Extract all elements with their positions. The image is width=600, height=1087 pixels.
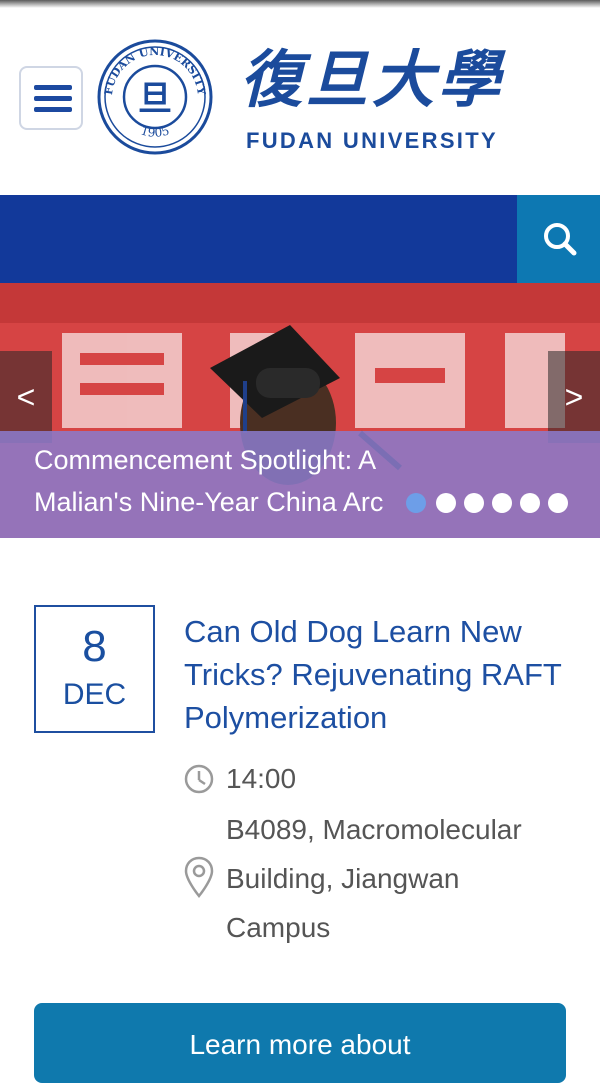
- news-carousel[interactable]: < > Commencement Spotlight: A Malian's N…: [0, 283, 600, 538]
- carousel-dot-1[interactable]: [406, 493, 426, 513]
- event-title-link[interactable]: Can Old Dog Learn New Tricks? Rejuvenati…: [184, 610, 574, 739]
- carousel-dot-4[interactable]: [492, 493, 512, 513]
- event-date-badge: 8 DEC: [34, 605, 155, 733]
- university-seal-logo[interactable]: FUDAN UNIVERSITY 1905 旦: [96, 38, 214, 156]
- event-time: 14:00: [226, 763, 297, 794]
- site-header: FUDAN UNIVERSITY 1905 旦 復旦大學 FUDAN UNIVE…: [0, 8, 600, 195]
- slide-caption[interactable]: Commencement Spotlight: A Malian's Nine-…: [34, 439, 434, 525]
- carousel-prev-button[interactable]: <: [0, 351, 52, 443]
- top-shadow: [0, 0, 600, 8]
- event-day: 8: [82, 622, 107, 671]
- clock-icon: [184, 764, 214, 794]
- search-button[interactable]: [517, 195, 600, 283]
- menu-button[interactable]: [19, 66, 83, 130]
- carousel-dot-5[interactable]: [520, 493, 540, 513]
- caption-band: Commencement Spotlight: A Malian's Nine-…: [0, 431, 600, 538]
- event-location: B4089, Macromolecular Building, Jiangwan…: [226, 814, 522, 943]
- main-nav-bar: [0, 195, 600, 283]
- event-month: DEC: [62, 678, 127, 711]
- learn-more-button[interactable]: Learn more about: [34, 1003, 566, 1083]
- carousel-next-button[interactable]: >: [548, 351, 600, 443]
- location-pin-icon: [184, 856, 214, 898]
- carousel-dot-2[interactable]: [436, 493, 456, 513]
- university-name-chinese: 復旦大學: [240, 43, 505, 116]
- university-name-english: FUDAN UNIVERSITY: [246, 128, 498, 153]
- search-icon: [544, 223, 577, 256]
- seal-center-glyph: 旦: [138, 79, 172, 119]
- carousel-dot-6[interactable]: [548, 493, 568, 513]
- carousel-indicators: [406, 493, 576, 517]
- carousel-dot-3[interactable]: [464, 493, 484, 513]
